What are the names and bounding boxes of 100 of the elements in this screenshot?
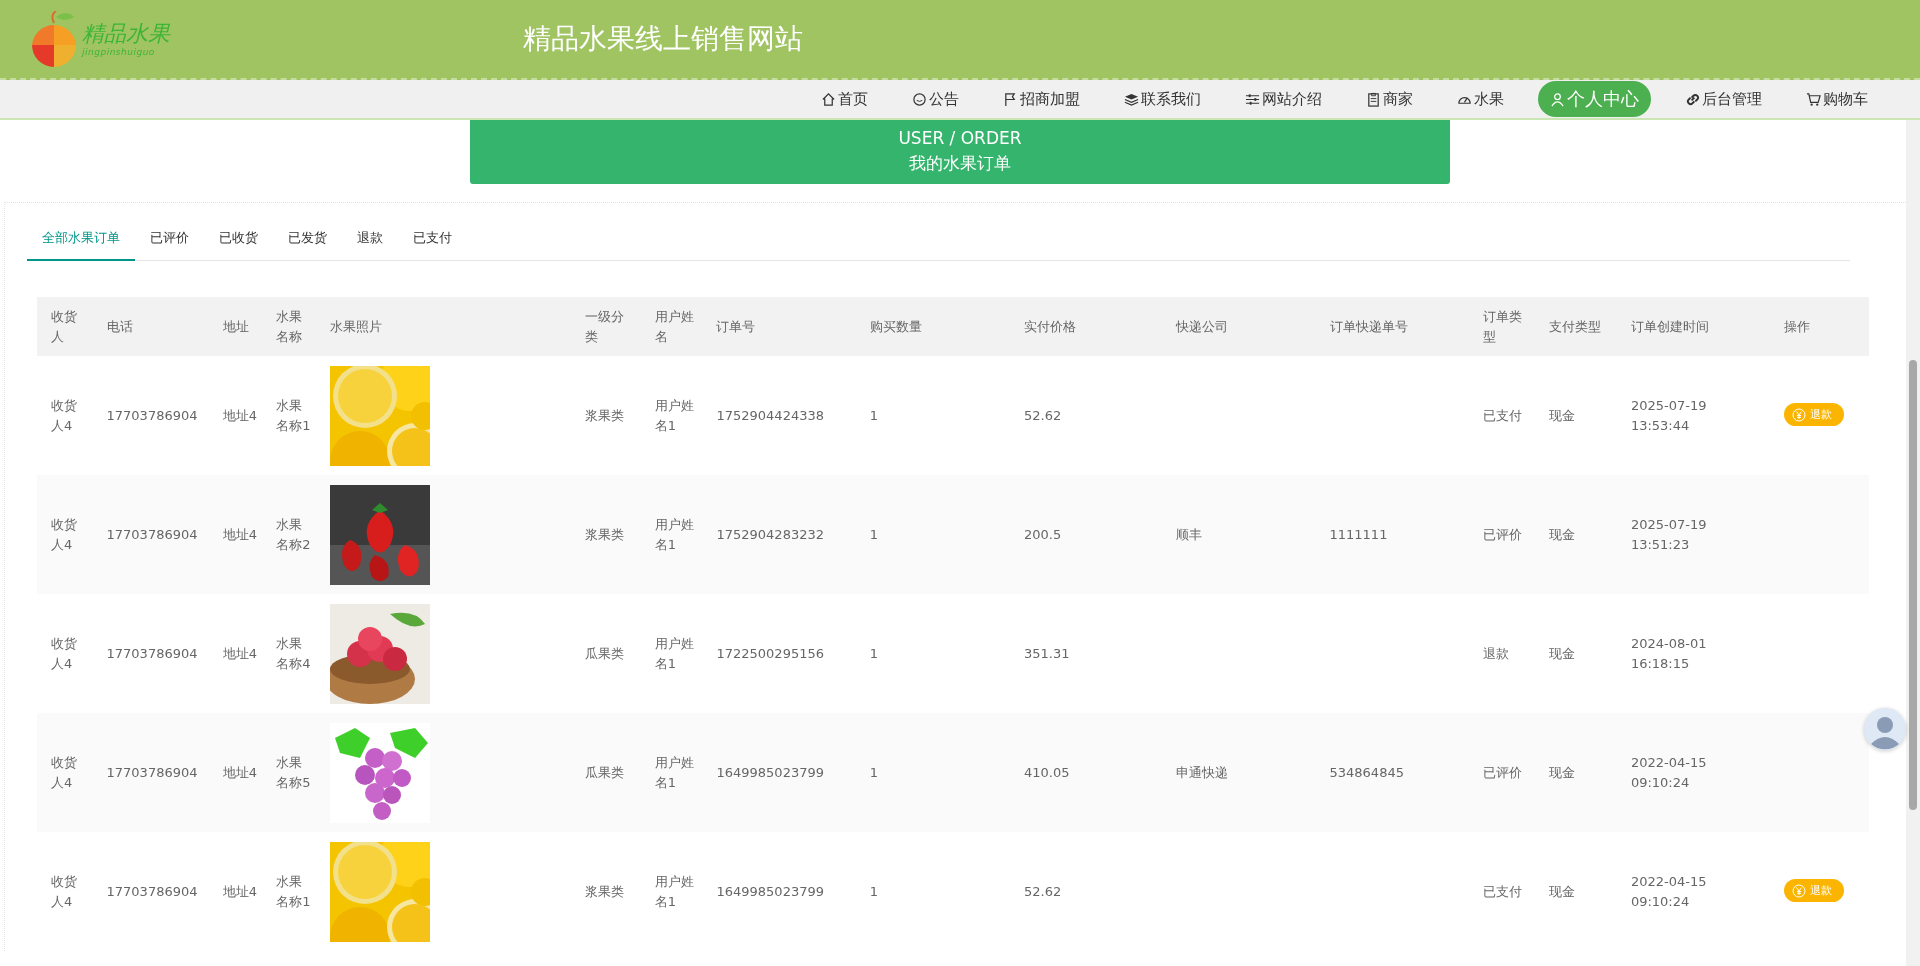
column-header: 水果名称 [276,308,303,344]
nav-item[interactable]: 招商加盟 [993,84,1090,114]
table-cell: 52.62 [1024,883,1062,899]
table-cell: 顺丰 [1176,526,1203,542]
table-cell: 17703786904 [106,526,198,542]
table-cell: 水果名称5 [276,754,311,790]
table-cell: 已评价 [1482,526,1522,542]
table-cell: 1111111 [1329,526,1388,542]
column-header: 订单快递单号 [1329,318,1408,334]
table-cell: 现金 [1548,764,1575,780]
yen-icon [1792,883,1807,898]
table-cell: 现金 [1548,407,1575,423]
table-cell: 410.05 [1024,764,1070,780]
column-header: 水果照片 [329,318,382,334]
sliders-icon [1245,91,1260,107]
column-header: 支付类型 [1548,318,1601,334]
scrollbar-thumb[interactable] [1909,360,1917,810]
column-header: 操作 [1784,318,1811,334]
table-cell: 瓜果类 [584,645,624,661]
table-cell: 退款 [1482,645,1509,661]
table-cell: 现金 [1548,526,1575,542]
table-cell: 17703786904 [106,407,198,423]
table-cell: 用户姓名1 [654,873,694,909]
column-header: 一级分类 [584,308,624,344]
chat-bubble-icon [912,91,927,107]
scrollbar[interactable] [1906,120,1920,966]
yen-icon [1792,407,1807,422]
column-header: 收货人 [51,308,77,344]
table-cell: 地址4 [222,764,258,780]
banner-title: USER / ORDER [897,127,1023,150]
table-cell: 已支付 [1482,883,1522,899]
table-cell: 1752904283232 [716,526,824,542]
table-cell: 17703786904 [106,764,198,780]
table-cell: 现金 [1548,883,1575,899]
tab[interactable]: 已收货 [204,219,273,261]
nav-item[interactable]: 公告 [902,84,969,114]
column-header: 实付价格 [1024,318,1076,334]
table-cell: 1 [869,407,878,423]
tab[interactable]: 退款 [342,219,398,261]
avatar-icon[interactable] [1864,708,1906,750]
table-cell: 1649985023799 [716,764,824,780]
table-cell: 浆果类 [584,526,624,542]
table-cell: 地址4 [222,407,258,423]
table-cell: 地址4 [222,883,258,899]
table-cell: 浆果类 [584,407,624,423]
table-cell-text: 2022-04-15 09:10:24 [1630,753,1708,792]
column-header: 订单创建时间 [1630,318,1709,334]
home-icon [821,91,836,107]
nav-item[interactable]: 网站介绍 [1235,84,1332,114]
table-cell: 地址4 [222,526,258,542]
table-cell: 水果名称1 [276,397,311,433]
table-cell: 17703786904 [106,645,198,661]
site-title: 精品水果线上销售网站 [523,21,803,57]
table-cell: 52.62 [1024,407,1062,423]
tab[interactable]: 已发货 [273,219,342,261]
table-cell: 用户姓名1 [654,397,694,433]
table-cell: 已评价 [1482,764,1522,780]
nav-item[interactable]: 购物车 [1796,84,1878,114]
table-cell-text: 2022-04-15 09:10:24 [1630,872,1708,911]
nav-item[interactable]: 商家 [1356,84,1423,114]
cart-icon [1806,91,1821,107]
table-cell: 水果名称1 [276,873,311,909]
table-cell: 收货人4 [51,516,77,552]
table-cell: 1 [869,764,878,780]
table-cell: 申通快递 [1176,764,1229,780]
logo-subtext: jingpinshuiguo [82,47,156,57]
table-cell: 收货人4 [51,397,77,433]
column-header: 订单号 [716,318,756,334]
table-cell-text: 2025-07-19 13:53:44 [1630,396,1708,435]
table-cell: 收货人4 [51,754,77,790]
table-cell: 17703786904 [106,883,198,899]
table-cell: 1 [869,645,878,661]
logo-text: 精品水果 [82,21,170,47]
tab[interactable]: 已支付 [398,219,467,261]
nav-item[interactable]: 联系我们 [1114,84,1211,114]
nav-item[interactable]: 水果 [1447,84,1514,114]
layers-icon [1124,91,1139,107]
table-cell: 浆果类 [584,883,624,899]
tab[interactable]: 全部水果订单 [27,219,135,261]
nav-item[interactable]: 首页 [811,84,878,114]
table-cell: 1752904424338 [716,407,824,423]
table-cell: 1 [869,883,878,899]
table-cell: 1649985023799 [716,883,824,899]
table-cell: 现金 [1548,645,1575,661]
table-cell: 1722500295156 [716,645,824,661]
table-cell: 收货人4 [51,635,77,671]
tab[interactable]: 已评价 [135,219,204,261]
flag-icon [1003,91,1018,107]
column-header: 订单类型 [1482,308,1522,344]
table-cell: 用户姓名1 [654,516,694,552]
table-cell: 已支付 [1482,407,1522,423]
table-cell: 534864845 [1329,764,1404,780]
table-cell: 1 [869,526,878,542]
table-cell: 水果名称4 [276,635,311,671]
table-cell-text: 2024-08-01 16:18:15 [1630,634,1708,673]
column-header: 电话 [106,318,133,334]
table-cell: 200.5 [1024,526,1062,542]
clipboard-icon [1366,91,1381,107]
table-cell: 用户姓名1 [654,754,694,790]
nav-item[interactable]: 后台管理 [1675,84,1772,114]
